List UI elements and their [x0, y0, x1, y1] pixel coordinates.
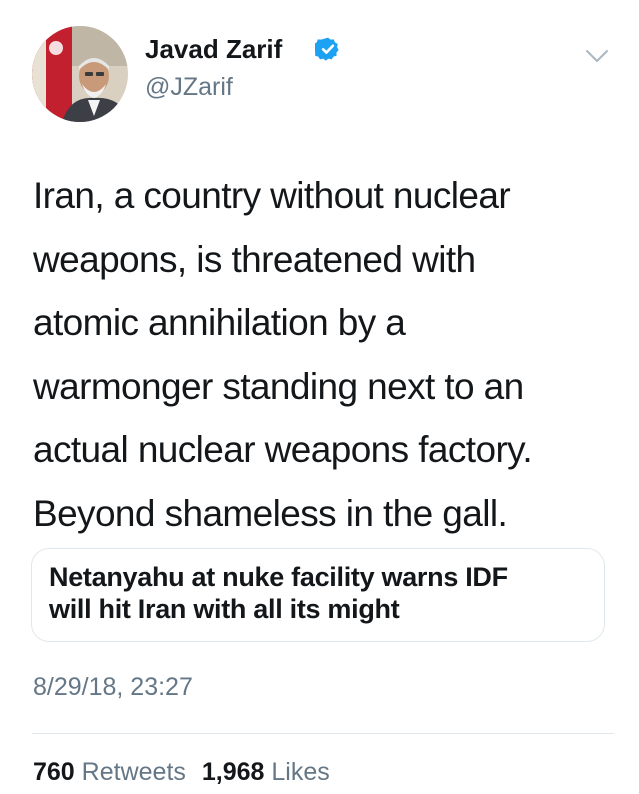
likes-stat[interactable]: 1,968 Likes: [202, 758, 330, 786]
tweet-text-line: actual nuclear weapons factory.: [33, 429, 533, 470]
likes-label: Likes: [271, 758, 330, 786]
avatar-image: [32, 26, 128, 122]
tweet-text-line: Beyond shameless in the gall.: [33, 492, 508, 534]
tweet-text-line: weapons, is threatened with: [33, 238, 476, 280]
retweets-stat[interactable]: 760 Retweets: [33, 758, 186, 786]
retweets-count: 760: [33, 758, 75, 786]
tweet-timestamp[interactable]: 8/29/18, 23:27: [33, 672, 193, 702]
chevron-down-icon[interactable]: [584, 46, 610, 66]
avatar[interactable]: [32, 26, 128, 122]
tweet-text: Iran, a country without nuclear weapons,…: [33, 164, 623, 545]
divider: [32, 733, 614, 734]
verified-badge-icon: [315, 37, 339, 61]
link-card[interactable]: Netanyahu at nuke facility warns IDF wil…: [31, 548, 605, 642]
tweet-text-line: warmonger standing next to an: [33, 365, 524, 407]
tweet-stats: 760 Retweets 1,968 Likes: [33, 757, 330, 787]
link-card-title-line: Netanyahu at nuke facility warns IDF: [49, 562, 508, 592]
link-card-title[interactable]: Netanyahu at nuke facility warns IDF wil…: [49, 561, 604, 625]
author-display-name[interactable]: Javad Zarif: [145, 34, 282, 64]
tweet-text-line: atomic annihilation by a: [33, 302, 406, 343]
tweet-text-line: Iran, a country without nuclear: [33, 175, 511, 216]
link-card-title-line: will hit Iran with all its might: [49, 594, 400, 624]
retweets-label: Retweets: [81, 758, 186, 786]
author-handle[interactable]: @JZarif: [145, 72, 233, 102]
likes-count: 1,968: [201, 758, 265, 786]
